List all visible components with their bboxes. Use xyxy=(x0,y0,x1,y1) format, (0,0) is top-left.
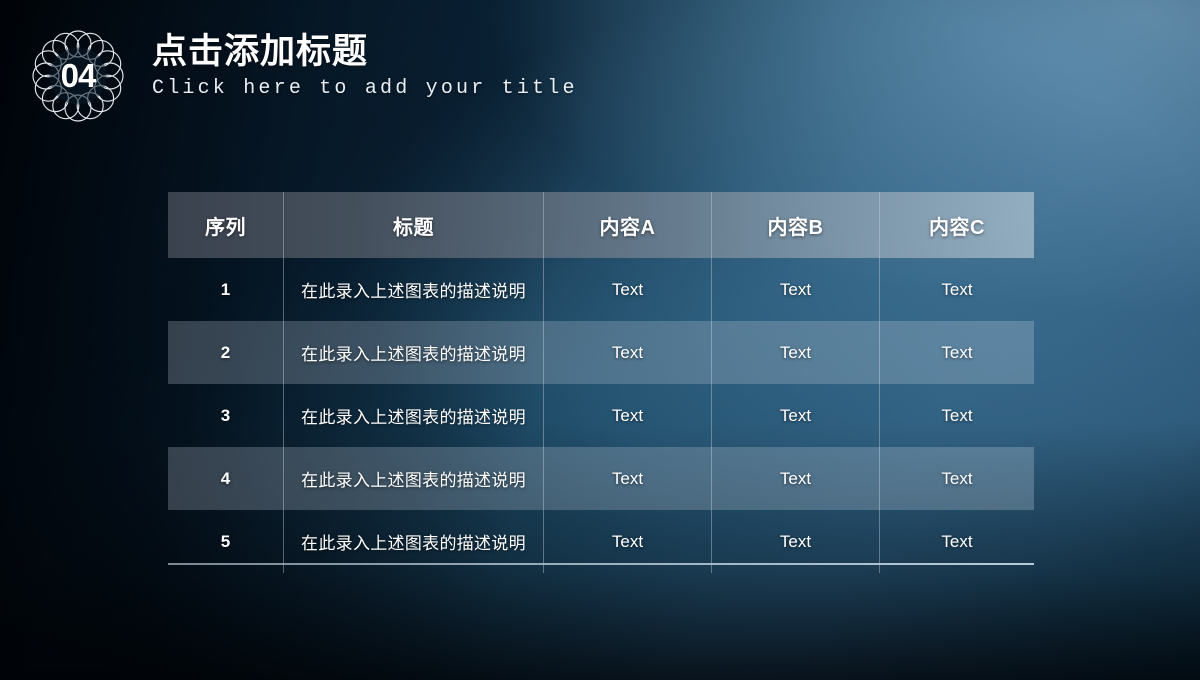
cell-content-c: Text xyxy=(879,258,1034,321)
cell-title: 在此录入上述图表的描述说明 xyxy=(283,384,544,447)
cell-content-c: Text xyxy=(879,384,1034,447)
cell-title: 在此录入上述图表的描述说明 xyxy=(283,321,544,384)
cell-content-b: Text xyxy=(711,447,880,510)
table-row[interactable]: 3 在此录入上述图表的描述说明 Text Text Text xyxy=(168,384,1034,447)
cell-title: 在此录入上述图表的描述说明 xyxy=(283,447,544,510)
column-header-content-c[interactable]: 内容C xyxy=(879,192,1034,258)
table-row[interactable]: 2 在此录入上述图表的描述说明 Text Text Text xyxy=(168,321,1034,384)
data-table-container: 序列 标题 内容A 内容B 内容C 1 在此录入上述图表的描述说明 Text T… xyxy=(168,192,1034,573)
cell-title: 在此录入上述图表的描述说明 xyxy=(283,258,544,321)
cell-content-b: Text xyxy=(711,321,880,384)
column-header-seq[interactable]: 序列 xyxy=(168,192,284,258)
section-number-label: 04 xyxy=(60,57,97,94)
page-subtitle: Click here to add your title xyxy=(152,77,578,101)
column-header-content-a[interactable]: 内容A xyxy=(543,192,712,258)
cell-content-a: Text xyxy=(543,258,712,321)
slide-canvas: 04 点击添加标题 Click here to add your title 序… xyxy=(0,0,1200,680)
cell-seq: 2 xyxy=(220,342,231,362)
page-title: 点击添加标题 xyxy=(152,32,369,71)
table-header-row: 序列 标题 内容A 内容B 内容C xyxy=(168,192,1034,258)
cell-content-b: Text xyxy=(711,258,880,321)
column-header-content-b[interactable]: 内容B xyxy=(711,192,880,258)
cell-content-a: Text xyxy=(543,321,712,384)
section-number-badge: 04 xyxy=(28,26,128,126)
table-body: 1 在此录入上述图表的描述说明 Text Text Text 2 在此录入上述图… xyxy=(168,258,1034,573)
column-header-title[interactable]: 标题 xyxy=(283,192,544,258)
title-block: 点击添加标题 Click here to add your title xyxy=(152,20,578,100)
cell-content-b: Text xyxy=(711,384,880,447)
table-header: 序列 标题 内容A 内容B 内容C xyxy=(168,192,1034,258)
cell-seq: 1 xyxy=(220,279,231,299)
cell-content-c: Text xyxy=(879,447,1034,510)
cell-content-a: Text xyxy=(543,384,712,447)
table-row[interactable]: 1 在此录入上述图表的描述说明 Text Text Text xyxy=(168,258,1034,321)
table-row[interactable]: 4 在此录入上述图表的描述说明 Text Text Text xyxy=(168,447,1034,510)
table-bottom-divider xyxy=(168,563,1034,565)
data-table: 序列 标题 内容A 内容B 内容C 1 在此录入上述图表的描述说明 Text T… xyxy=(168,192,1034,573)
cell-seq: 4 xyxy=(220,468,231,488)
cell-content-c: Text xyxy=(879,321,1034,384)
cell-content-a: Text xyxy=(543,447,712,510)
cell-seq: 3 xyxy=(220,405,231,425)
slide-header: 04 点击添加标题 Click here to add your title xyxy=(28,20,578,126)
